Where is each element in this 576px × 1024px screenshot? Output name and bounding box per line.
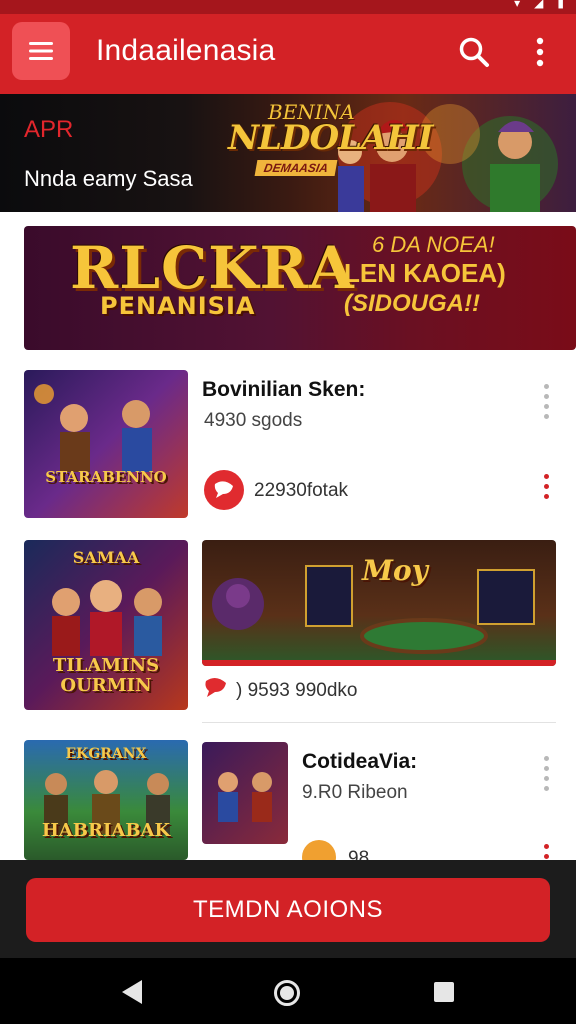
menu-icon [29, 42, 53, 60]
game-characters-art [218, 772, 272, 822]
battery-icon: ▮ [557, 0, 564, 10]
menu-button[interactable] [12, 22, 70, 80]
hero-banner[interactable]: APR Nnda eamy Sasa BENINA NLDOLAHI DEMAA… [0, 94, 576, 212]
promo-banner[interactable]: RLCKRA PENANISIA 6 DA NOEA! LEN KAOEA) (… [24, 226, 576, 350]
more-options-icon[interactable] [539, 384, 553, 419]
list-divider [202, 722, 556, 723]
promo-subtitle: PENANISIA [100, 292, 256, 320]
app-bar: Indaailenasia [0, 14, 576, 94]
app-screen: ▾ ◢ ▮ Indaailenasia APR Nnda eamy Sasa B… [0, 0, 576, 1024]
avatar[interactable] [302, 840, 336, 860]
status-bar: ▾ ◢ ▮ [0, 0, 576, 14]
featured-game-banner[interactable]: Moy [202, 540, 556, 666]
game-thumbnail[interactable]: STARABENNO [24, 370, 188, 518]
game-subtitle: 4930 sgods [204, 410, 303, 431]
featured-game-logo: Moy [362, 554, 428, 587]
search-icon[interactable] [456, 34, 492, 70]
game-thumbnail-top-label: EKGRANX [65, 746, 147, 762]
more-options-icon[interactable] [539, 474, 553, 499]
hero-subtitle: Nnda eamy Sasa [24, 166, 193, 191]
hero-logo-badge: DEMAASIA [254, 160, 338, 176]
wifi-icon: ◢ [534, 0, 544, 10]
more-options-icon[interactable] [539, 844, 553, 859]
game-thumbnail-label: HABRIABAK [41, 820, 171, 841]
promo-line-2: LEN KAOEA) [344, 258, 506, 288]
chat-bubble-icon[interactable] [204, 470, 244, 510]
hero-logo: NLDOLAHI [228, 118, 433, 158]
game-meta: 98 [348, 848, 370, 860]
game-title: Bovinilian Sken: [202, 378, 366, 401]
more-vert-icon[interactable] [528, 34, 552, 70]
game-thumbnail-top-label: SAMAA [72, 548, 140, 567]
game-list: STARABENNO Bovinilian Sken: 4930 sgods 2… [0, 366, 576, 860]
promo-line-3: (SIDOUGA!! [344, 290, 480, 317]
game-thumbnail[interactable]: EKGRANX HABRIABAK [24, 740, 188, 860]
game-thumbnail[interactable]: SAMAA TILAMINS OURMIN [24, 540, 188, 710]
game-meta: 22930fotak [254, 480, 349, 501]
game-subtitle: 9.R0 Ribeon [302, 782, 408, 803]
system-nav-bar [0, 958, 576, 1024]
game-title: CotideaVia: [302, 750, 418, 773]
bottom-action-bar: TEMDN AOIONS [0, 860, 576, 958]
more-options-icon[interactable] [539, 756, 553, 791]
game-thumbnail-small[interactable] [202, 742, 288, 844]
game-meta: ) 9593 990dko [236, 680, 358, 701]
app-title: Indaailenasia [96, 34, 276, 67]
chat-bubble-icon[interactable] [202, 674, 230, 702]
home-icon[interactable] [274, 980, 300, 1006]
game-thumbnail-label: STARABENNO [45, 468, 167, 486]
game-characters-art [34, 384, 152, 472]
status-icons: ▾ ◢ ▮ [514, 0, 564, 10]
hero-tag: APR [24, 116, 74, 143]
primary-action-button[interactable]: TEMDN AOIONS [26, 878, 550, 942]
game-thumbnail-label: TILAMINS OURMIN [52, 655, 160, 696]
signal-icon: ▾ [514, 0, 521, 10]
promo-line-1: 6 DA NOEA! [372, 232, 495, 257]
back-icon[interactable] [122, 980, 142, 1004]
featured-banner-accent [202, 660, 556, 666]
recents-icon[interactable] [434, 982, 454, 1002]
